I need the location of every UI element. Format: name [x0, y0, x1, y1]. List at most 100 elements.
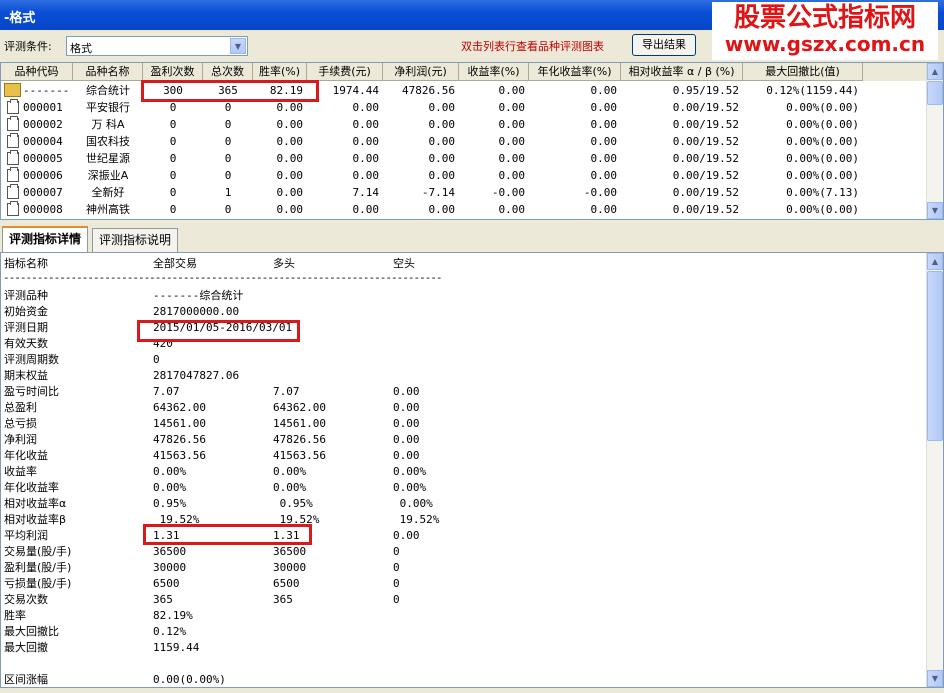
column-header[interactable]: 品种代码 [1, 63, 73, 81]
detail-metric-name: 亏损量(股/手) [4, 577, 72, 590]
detail-metric-value: 47826.56 [153, 433, 206, 446]
table-cell: 47826.56 [402, 84, 455, 97]
scroll-thumb[interactable] [927, 81, 943, 105]
detail-scrollbar[interactable]: ▲ ▼ [926, 253, 943, 687]
table-cell: 0.00 [498, 203, 526, 216]
table-cell: 0 [169, 169, 177, 182]
table-cell: 0.00%(0.00) [786, 169, 859, 182]
table-cell: 0.00 [276, 118, 304, 131]
table-cell: 000004 [23, 135, 63, 148]
column-header[interactable]: 总次数 [203, 63, 253, 81]
detail-metric-name: 期末权益 [4, 369, 48, 382]
separator-line: ----------------------------------------… [3, 271, 441, 284]
detail-metric-name: 交易量(股/手) [4, 545, 72, 558]
detail-metric-value: 0.95% [153, 497, 187, 510]
detail-row: 期末权益 2817047827.06 [1, 368, 927, 384]
detail-metric-name: 评测周期数 [4, 353, 59, 366]
table-row[interactable]: ------- 综合统计 300 365 82.19 1974.44 47826.56 0.0… [1, 82, 927, 99]
table-cell: 0.00/19.52 [672, 118, 739, 131]
column-header[interactable]: 年化收益率(%) [529, 63, 621, 81]
table-cell: 0.00 [498, 169, 526, 182]
detail-row: 最大回撤 1159.44 [1, 640, 927, 656]
detail-metric-value: 0.00 [393, 433, 420, 446]
table-cell: 0.00%(0.00) [786, 118, 859, 131]
table-cell: 0.00 [590, 101, 618, 114]
condition-select[interactable]: 格式 ▼ [66, 36, 248, 56]
detail-metric-name: 年化收益 [4, 449, 48, 462]
table-cell: ------- [23, 84, 70, 97]
window-title: -格式 [4, 11, 36, 26]
document-icon [7, 133, 19, 148]
detail-metric-value: 64362.00 [273, 401, 326, 414]
detail-row: 盈亏时间比 7.07 7.07 0.00 [1, 384, 927, 400]
table-cell: 0.00 [428, 118, 456, 131]
column-header[interactable]: 收益率(%) [459, 63, 529, 81]
detail-metric-value: 365 [273, 593, 293, 606]
scroll-thumb[interactable] [927, 271, 943, 441]
scroll-up-icon[interactable]: ▲ [927, 63, 943, 80]
chevron-down-icon[interactable]: ▼ [230, 38, 246, 54]
table-cell: 0 [169, 152, 177, 165]
table-cell: 全新好 [91, 186, 125, 199]
table-scrollbar[interactable]: ▲ ▼ [926, 63, 943, 219]
table-cell: 0.00 [352, 152, 380, 165]
column-header[interactable]: 盈利次数 [143, 63, 203, 81]
table-row[interactable]: 000001 平安银行 0 0 0.00 0.00 0.00 0.00 0.00 0.00/19.… [1, 99, 927, 116]
export-button[interactable]: 导出结果 [632, 34, 696, 56]
detail-metric-value: 0.00% [393, 481, 427, 494]
table-cell: 0 [224, 169, 232, 182]
table-cell: 0 [169, 118, 177, 131]
scroll-up-icon[interactable]: ▲ [927, 253, 943, 270]
table-cell: 0.00/19.52 [672, 101, 739, 114]
table-cell: 0 [224, 152, 232, 165]
table-row[interactable]: 000005 世纪星源 0 0 0.00 0.00 0.00 0.00 0.00 0.00/19.… [1, 150, 927, 167]
detail-row: 亏损量(股/手) 6500 6500 0 [1, 576, 927, 592]
table-cell: 0 [169, 135, 177, 148]
detail-metric-value: 0.00% [273, 465, 307, 478]
detail-metric-value: 0.00% [393, 465, 427, 478]
column-header[interactable]: 最大回撤比(值) [743, 63, 863, 81]
table-cell: 0.00 [276, 152, 304, 165]
detail-metric-value: 36500 [273, 545, 307, 558]
table-row[interactable]: 000004 国农科技 0 0 0.00 0.00 0.00 0.00 0.00 0.00/19.… [1, 133, 927, 150]
table-cell: 0.00 [590, 118, 618, 131]
table-cell: 0 [224, 118, 232, 131]
detail-row: 最大回撤比 0.12% [1, 624, 927, 640]
detail-metric-value: 0 [153, 353, 160, 366]
table-cell: 0.00 [276, 135, 304, 148]
column-header[interactable]: 净利润(元) [383, 63, 459, 81]
table-cell: 0.12%(1159.44) [766, 84, 859, 97]
table-cell: 0.00/19.52 [672, 203, 739, 216]
scroll-down-icon[interactable]: ▼ [927, 202, 943, 219]
table-cell: 000008 [23, 203, 63, 216]
table-cell: 0.00 [498, 118, 526, 131]
detail-metric-value: 0.00% [273, 481, 307, 494]
table-row[interactable]: 000008 神州高铁 0 0 0.00 0.00 0.00 0.00 0.00 0.00/19.… [1, 201, 927, 218]
table-cell: 0.00 [276, 186, 304, 199]
table-cell: 0.00 [428, 152, 456, 165]
table-cell: 0.00 [590, 152, 618, 165]
detail-metric-value: 36500 [153, 545, 187, 558]
highlight-box-avg-profit [143, 524, 312, 545]
column-header[interactable]: 胜率(%) [253, 63, 307, 81]
table-cell: 0.95/19.52 [672, 84, 739, 97]
table-row[interactable]: 000006 深振业A 0 0 0.00 0.00 0.00 0.00 0.00 0.00/19.… [1, 167, 927, 184]
folder-icon [4, 83, 21, 97]
column-header[interactable]: 品种名称 [73, 63, 143, 81]
detail-metric-value: 6500 [153, 577, 180, 590]
tab-description[interactable]: 评测指标说明 [92, 228, 179, 252]
detail-row: 总盈利 64362.00 64362.00 0.00 [1, 400, 927, 416]
detail-metric-name: 平均利润 [4, 529, 48, 542]
tab-details[interactable]: 评测指标详情 [2, 226, 89, 253]
table-cell: 0.00/19.52 [672, 169, 739, 182]
scroll-down-icon[interactable]: ▼ [927, 670, 943, 687]
table-cell: 0.00 [590, 203, 618, 216]
table-cell: 0.00 [590, 84, 618, 97]
table-cell: 0.00 [428, 169, 456, 182]
table-row[interactable]: 000007 全新好 0 1 0.00 7.14 -7.14 -0.00 -0.00 0.00/1… [1, 184, 927, 201]
column-header[interactable]: 手续费(元) [307, 63, 383, 81]
table-row[interactable]: 000002 万 科A 0 0 0.00 0.00 0.00 0.00 0.00 0.00/19.… [1, 116, 927, 133]
detail-metric-name: 初始资金 [4, 305, 48, 318]
detail-row: 胜率 82.19% [1, 608, 927, 624]
column-header[interactable]: 相对收益率 α / β (%) [621, 63, 743, 81]
